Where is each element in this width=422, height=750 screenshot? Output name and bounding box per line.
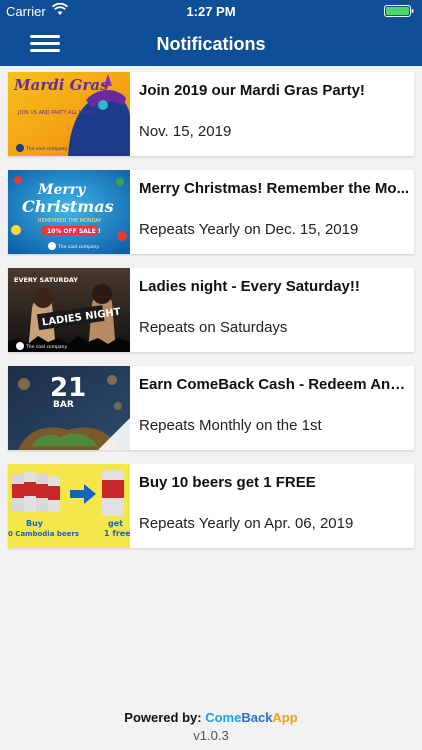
christmas-thumbnail: Merry Christmas REMEMBER THE MONDAY 10% … (8, 170, 130, 254)
sale-badge: 10% OFF SALE ! (47, 228, 101, 235)
promo-beers-text: 0 Cambodia beers (8, 530, 79, 538)
notification-subtitle: Repeats Yearly on Apr. 06, 2019 (139, 515, 354, 532)
notification-title: Earn ComeBack Cash - Redeem Anyti... (139, 376, 411, 393)
notification-subtitle: Nov. 15, 2019 (139, 123, 232, 140)
brand-come: Come (205, 710, 242, 725)
notification-list: Mardi Gras JOIN US AND PARTY ALL NIGHT T… (8, 72, 414, 562)
brand-app: App (272, 710, 298, 725)
bar-21-thumbnail: 21 BAR (8, 366, 130, 450)
christmas-tagline: REMEMBER THE MONDAY (38, 218, 102, 224)
company-logo: The cool company (57, 244, 100, 250)
status-bar: Carrier 1:27 PM (0, 0, 422, 22)
footer: Powered by: ComeBackApp v1.0.3 (0, 710, 422, 743)
christmas-headline-2: Christmas (22, 197, 114, 216)
notification-subtitle: Repeats Yearly on Dec. 15, 2019 (139, 221, 359, 238)
battery-icon (384, 5, 414, 17)
christmas-headline-1: Merry (37, 182, 86, 198)
brand-back: Back (241, 710, 273, 725)
page-title: Notifications (156, 34, 266, 54)
powered-by: Powered by: ComeBackApp (0, 710, 422, 725)
company-logo: The cool company (25, 344, 68, 350)
powered-by-label: Powered by: (124, 710, 202, 725)
promo-buy-text: Buy (26, 519, 44, 528)
comeback-app-brand[interactable]: ComeBackApp (205, 710, 297, 725)
mardi-gras-headline: Mardi Gras (13, 76, 109, 94)
notification-title: Join 2019 our Mardi Gras Party! (139, 82, 365, 99)
bar-number: 21 (50, 373, 86, 403)
notification-subtitle: Repeats on Saturdays (139, 319, 288, 336)
notification-title: Merry Christmas! Remember the Mo... (139, 180, 410, 197)
every-saturday-tag: EVERY SATURDAY (14, 276, 78, 284)
notification-card[interactable]: Buy 0 Cambodia beers get 1 free Buy 10 b… (8, 464, 414, 548)
beer-promo-thumbnail: Buy 0 Cambodia beers get 1 free (8, 464, 130, 548)
notification-title: Ladies night - Every Saturday!! (139, 278, 360, 295)
status-time: 1:27 PM (186, 4, 236, 19)
notification-card[interactable]: 21 BAR Earn ComeBack Cash - Redeem Anyti… (8, 366, 414, 450)
ladies-night-thumbnail: EVERY SATURDAY LADIES NIGHT The cool com… (8, 268, 130, 352)
app-version: v1.0.3 (193, 728, 229, 743)
notification-card[interactable]: Merry Christmas REMEMBER THE MONDAY 10% … (8, 170, 414, 254)
notification-card[interactable]: EVERY SATURDAY LADIES NIGHT The cool com… (8, 268, 414, 352)
promo-get-text: get (108, 519, 123, 528)
notification-title: Buy 10 beers get 1 FREE (139, 474, 316, 491)
promo-free-text: 1 free (104, 529, 130, 538)
bar-word: BAR (53, 400, 74, 410)
navigation-bar: Notifications (0, 22, 422, 66)
notification-subtitle: Repeats Monthly on the 1st (139, 417, 322, 434)
company-logo: The cool company (25, 146, 68, 152)
mardi-gras-thumbnail: Mardi Gras JOIN US AND PARTY ALL NIGHT T… (8, 72, 130, 156)
notification-card[interactable]: Mardi Gras JOIN US AND PARTY ALL NIGHT T… (8, 72, 414, 156)
mardi-gras-tagline: JOIN US AND PARTY ALL NIGHT (17, 110, 96, 116)
